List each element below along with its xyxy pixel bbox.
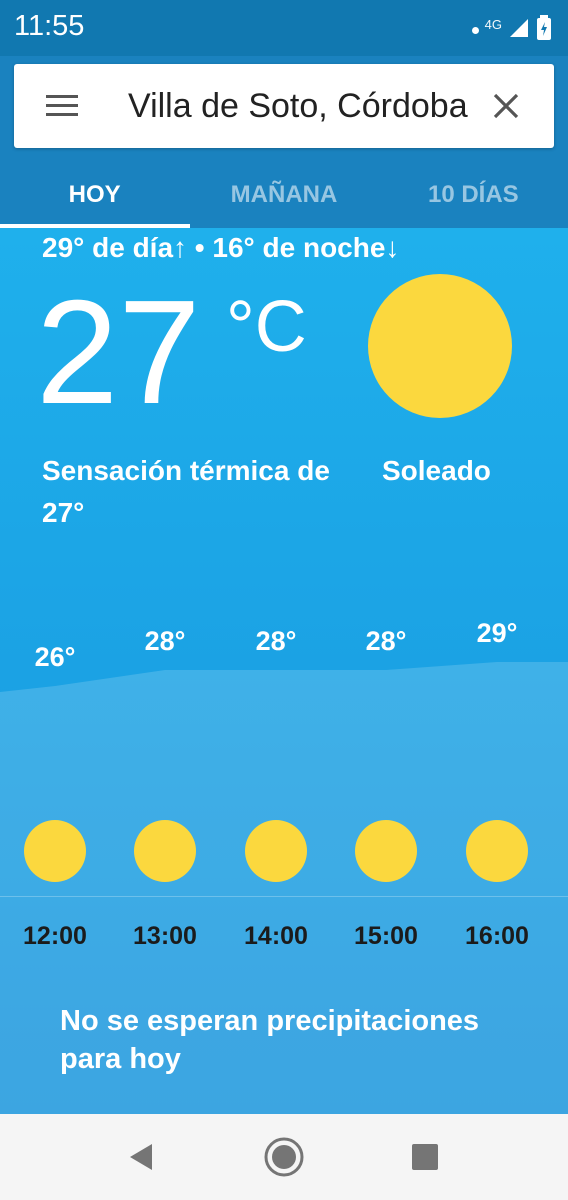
status-icons: 4G xyxy=(471,12,552,44)
search-bar xyxy=(14,64,554,148)
hour-temperature: 28° xyxy=(365,626,407,656)
hour-time: 13:00 xyxy=(133,922,197,950)
city-search-input[interactable] xyxy=(128,84,468,128)
app-header: HOY MAÑANA 10 DÍAS xyxy=(0,56,568,228)
back-icon xyxy=(130,1144,152,1170)
hour-time: 15:00 xyxy=(354,922,418,950)
notification-dot-icon xyxy=(471,26,479,34)
hour-temperature: 26° xyxy=(34,642,76,672)
signal-icon xyxy=(510,19,528,37)
tab-10-days[interactable]: 10 DÍAS xyxy=(379,162,568,228)
hour-time: 14:00 xyxy=(244,922,308,950)
battery-icon xyxy=(537,15,551,40)
recents-icon xyxy=(412,1144,438,1170)
menu-button[interactable] xyxy=(42,86,82,126)
hour-temperature: 28° xyxy=(255,626,297,656)
home-button[interactable] xyxy=(261,1134,307,1180)
close-icon xyxy=(493,93,519,119)
recents-button[interactable] xyxy=(402,1134,448,1180)
network-type: 4G xyxy=(484,16,502,32)
divider xyxy=(0,896,568,897)
tab-today[interactable]: HOY xyxy=(0,162,191,228)
navigation-bar xyxy=(0,1114,568,1200)
tab-tomorrow[interactable]: MAÑANA xyxy=(189,162,378,228)
precipitation-note: No se esperan precipitaciones para hoy xyxy=(60,1005,480,1075)
clear-search-button[interactable] xyxy=(486,86,526,126)
sun-icon xyxy=(355,820,417,882)
sun-icon xyxy=(466,820,528,882)
hour-temperature: 29° xyxy=(476,618,518,648)
weather-main: 29° de día↑ • 16° de noche↓ 27 °C Sensac… xyxy=(0,228,568,1114)
sun-icon xyxy=(134,820,196,882)
status-time: 11:55 xyxy=(14,10,85,42)
hour-temperature: 28° xyxy=(144,626,186,656)
sun-icon xyxy=(24,820,86,882)
menu-icon xyxy=(46,95,78,116)
day-tabs: HOY MAÑANA 10 DÍAS xyxy=(0,162,568,228)
home-icon xyxy=(264,1137,304,1177)
hour-time: 16:00 xyxy=(465,922,529,950)
status-bar: 11:55 4G xyxy=(0,0,568,56)
back-button[interactable] xyxy=(118,1134,164,1180)
sun-icon xyxy=(245,820,307,882)
hour-time: 12:00 xyxy=(23,922,87,950)
